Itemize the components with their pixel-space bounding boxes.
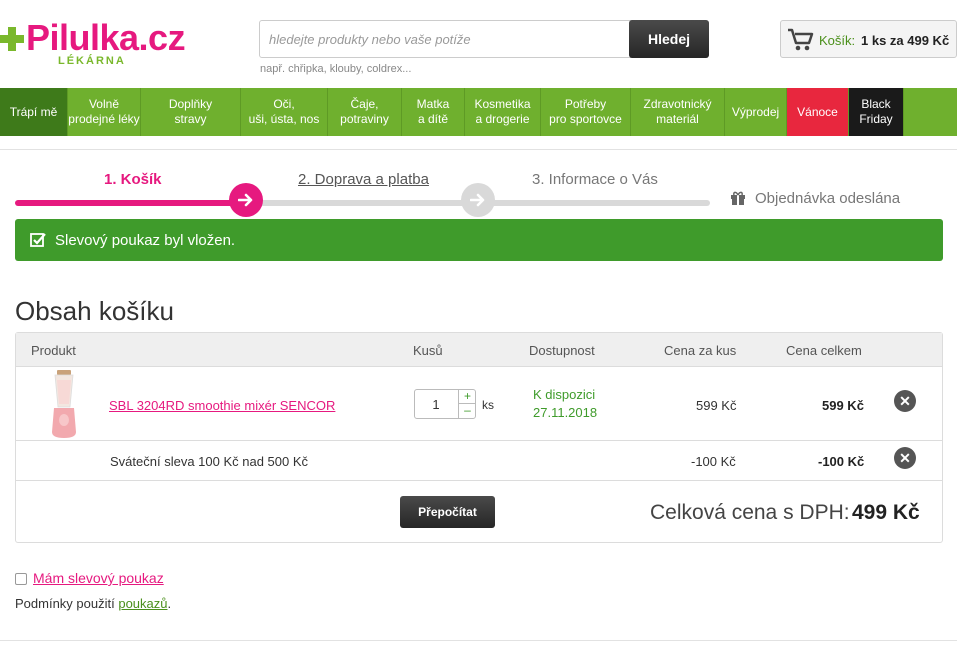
nav-item[interactable]: Vánoce [787,88,849,136]
voucher-success-alert: Slevový poukaz byl vložen. [15,219,943,261]
search-hint: např. chřipka, klouby, coldrex... [260,63,412,75]
nav-item[interactable]: Oči, uši, ústa, nos [241,88,328,136]
step-arrow-inactive-icon [461,183,495,217]
step-shipping[interactable]: 2. Doprava a platba [298,171,429,188]
conditions-text: Podmínky použití [15,596,115,611]
check-square-icon [30,233,46,247]
nav-item[interactable]: Výprodej [725,88,787,136]
search-input[interactable] [260,21,630,57]
step-info: 3. Informace o Vás [532,171,658,188]
table-row: Sváteční sleva 100 Kč nad 500 Kč -100 Kč… [16,441,942,481]
voucher-checkbox[interactable] [15,573,27,585]
product-link[interactable]: SBL 3204RD smoothie mixér SENCOR [109,398,335,413]
quantity-decrease-button[interactable]: – [458,404,476,418]
discount-total: -100 Kč [818,454,865,469]
nav-item[interactable]: Čaje, potraviny [328,88,402,136]
nav-item[interactable]: Kosmetika a drogerie [465,88,541,136]
header-total: Cena celkem [786,343,862,358]
cart-icon [788,28,814,51]
cart-label: Košík: [819,33,856,48]
brand-subtitle: LÉKÁRNA [58,55,126,67]
quantity-unit: ks [482,398,494,412]
search-button[interactable]: Hledej [629,20,709,58]
nav-item[interactable]: Matka a dítě [402,88,465,136]
discount-name: Sváteční sleva 100 Kč nad 500 Kč [110,454,309,469]
quantity-stepper[interactable]: 1 + – [414,389,476,419]
unit-price: 599 Kč [696,398,737,413]
alert-text: Slevový poukaz byl vložen. [55,232,236,249]
quantity-increase-button[interactable]: + [458,390,476,404]
remove-item-icon[interactable]: ✕ [894,390,916,412]
nav-item[interactable]: Volně prodejné léky [68,88,141,136]
availability: K dispozici 27.11.2018 [533,386,597,422]
availability-date: 27.11.2018 [533,405,598,420]
availability-status: K dispozici [533,387,596,402]
header-unit-price: Cena za kus [664,343,737,358]
brand-name: Pilulka.cz [26,17,186,58]
step-arrow-active-icon [229,183,263,217]
voucher-link[interactable]: Mám slevový poukaz [33,570,164,586]
cart-widget[interactable]: Košík: 1 ks za 499 Kč [780,20,957,58]
total-value: 499 Kč [852,501,920,524]
cart-summary: 1 ks za 499 Kč [861,33,950,48]
header-availability: Dostupnost [529,343,595,358]
site-header: Pilulka.cz LÉKÁRNA Hledej např. chřipka,… [0,0,957,88]
progress-bar-done [15,200,247,206]
nav-item[interactable]: Black Friday [849,88,904,136]
total-label: Celková cena s DPH: [650,501,850,524]
nav-item[interactable]: Trápí mě [0,88,68,136]
main-navigation: Trápí mě Volně prodejné léky Doplňky strav… [0,88,957,136]
recalculate-button[interactable]: Přepočítat [400,496,495,528]
gift-icon [731,191,745,205]
nav-item[interactable]: Potřeby pro sportovce [541,88,631,136]
conditions-link[interactable]: poukazů [118,596,167,611]
quantity-value[interactable]: 1 [415,397,457,412]
product-image[interactable] [50,370,78,438]
plus-logo-icon [0,27,24,51]
row-total: 599 Kč [822,398,864,413]
discount-unit-price: -100 Kč [691,454,736,469]
remove-discount-icon[interactable]: ✕ [894,447,916,469]
nav-item[interactable]: Doplňky stravy [141,88,241,136]
nav-item[interactable]: Zdravotnický materiál [631,88,725,136]
table-row: SBL 3204RD smoothie mixér SENCOR 1 + – k… [16,367,942,441]
header-product: Produkt [31,343,76,358]
step-cart: 1. Košík [104,171,162,188]
voucher-conditions: Podmínky použití poukazů. [15,596,172,611]
header-qty: Kusů [413,343,443,358]
logo[interactable]: Pilulka.cz LÉKÁRNA [0,14,200,74]
cart-table: Produkt Kusů Dostupnost Cena za kus Cena… [15,332,943,543]
cart-title: Obsah košíku [15,296,174,326]
table-header: Produkt Kusů Dostupnost Cena za kus Cena… [16,333,942,367]
step-order-sent: Objednávka odeslána [755,190,901,207]
search-box: Hledej [259,20,709,58]
